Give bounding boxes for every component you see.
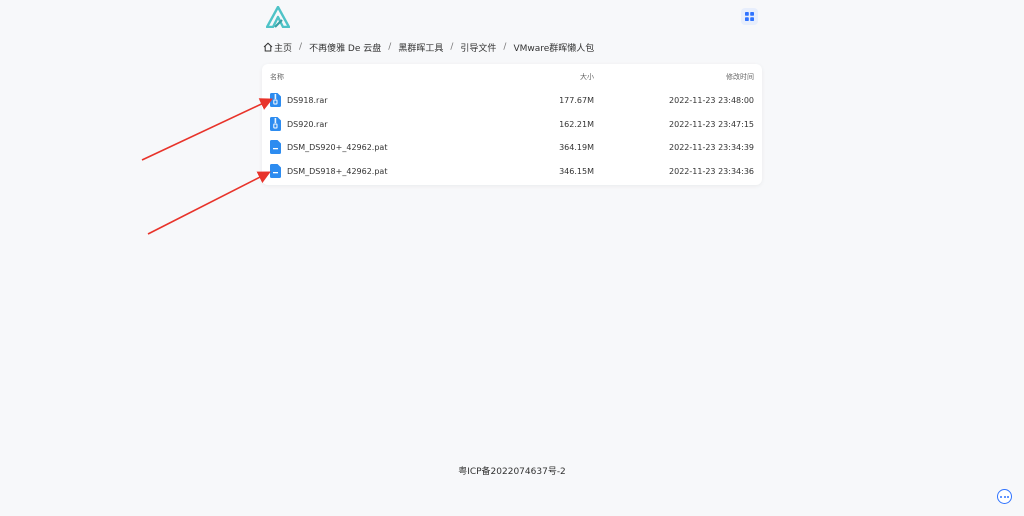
breadcrumb-separator: / bbox=[388, 42, 392, 52]
file-size: 364.19M bbox=[559, 143, 594, 152]
column-header-size[interactable]: 大小 bbox=[570, 72, 594, 82]
file-size: 162.21M bbox=[559, 120, 594, 129]
breadcrumb-home[interactable]: 主页 bbox=[263, 41, 292, 54]
file-row[interactable]: DS920.rar 162.21M 2022-11-23 23:47:15 bbox=[262, 113, 762, 135]
file-row[interactable]: DSM_DS918+_42962.pat 346.15M 2022-11-23 … bbox=[262, 160, 762, 182]
file-modified: 2022-11-23 23:34:36 bbox=[669, 167, 754, 176]
breadcrumb-item-tools[interactable]: 黑群晖工具 bbox=[398, 41, 443, 54]
file-row[interactable]: DSM_DS920+_42962.pat 364.19M 2022-11-23 … bbox=[262, 136, 762, 158]
column-header-name[interactable]: 名称 bbox=[270, 72, 284, 82]
breadcrumb-item-current-folder[interactable]: VMware群晖懒人包 bbox=[513, 41, 594, 54]
home-icon bbox=[263, 42, 273, 52]
chat-bubble-icon bbox=[1000, 495, 1002, 498]
file-name: DS918.rar bbox=[287, 96, 328, 105]
file-icon bbox=[270, 164, 281, 178]
file-row[interactable]: DS918.rar 177.67M 2022-11-23 23:48:00 bbox=[262, 89, 762, 111]
file-size: 346.15M bbox=[559, 167, 594, 176]
file-name: DS920.rar bbox=[287, 120, 328, 129]
app-logo[interactable] bbox=[266, 6, 290, 28]
archive-file-icon bbox=[270, 93, 281, 107]
file-modified: 2022-11-23 23:34:39 bbox=[669, 143, 754, 152]
breadcrumb-separator: / bbox=[503, 42, 507, 52]
file-name: DSM_DS920+_42962.pat bbox=[287, 143, 388, 152]
breadcrumb-separator: / bbox=[450, 42, 454, 52]
breadcrumb-item-boot-files[interactable]: 引导文件 bbox=[460, 41, 496, 54]
breadcrumb-home-label: 主页 bbox=[274, 43, 293, 54]
file-modified: 2022-11-23 23:48:00 bbox=[669, 96, 754, 105]
grid-icon bbox=[745, 12, 754, 21]
annotation-arrow-2 bbox=[147, 171, 271, 235]
breadcrumb: 主页 / 不再傻雅 De 云盘 / 黑群晖工具 / 引导文件 / VMware群… bbox=[263, 40, 594, 54]
file-modified: 2022-11-23 23:47:15 bbox=[669, 120, 754, 129]
breadcrumb-item-cloud-drive[interactable]: 不再傻雅 De 云盘 bbox=[309, 41, 381, 54]
file-list: 名称 大小 修改时间 DS918.rar 177.67M 2022-11-23 … bbox=[262, 64, 762, 185]
page: 主页 / 不再傻雅 De 云盘 / 黑群晖工具 / 引导文件 / VMware群… bbox=[0, 0, 1024, 516]
footer-icp[interactable]: 粤ICP备2022074637号-2 bbox=[0, 464, 1024, 477]
column-header-modified[interactable]: 修改时间 bbox=[726, 72, 754, 82]
chat-button[interactable] bbox=[997, 489, 1012, 504]
archive-file-icon bbox=[270, 117, 281, 131]
file-size: 177.67M bbox=[559, 96, 594, 105]
file-icon bbox=[270, 140, 281, 154]
chat-bubble-icon bbox=[1007, 495, 1009, 498]
view-switch-button[interactable] bbox=[741, 8, 758, 25]
breadcrumb-separator: / bbox=[299, 42, 303, 52]
annotation-arrow-1 bbox=[141, 98, 273, 161]
file-list-header: 名称 大小 修改时间 bbox=[262, 72, 762, 84]
chat-bubble-icon bbox=[1003, 495, 1006, 498]
file-name: DSM_DS918+_42962.pat bbox=[287, 167, 388, 176]
